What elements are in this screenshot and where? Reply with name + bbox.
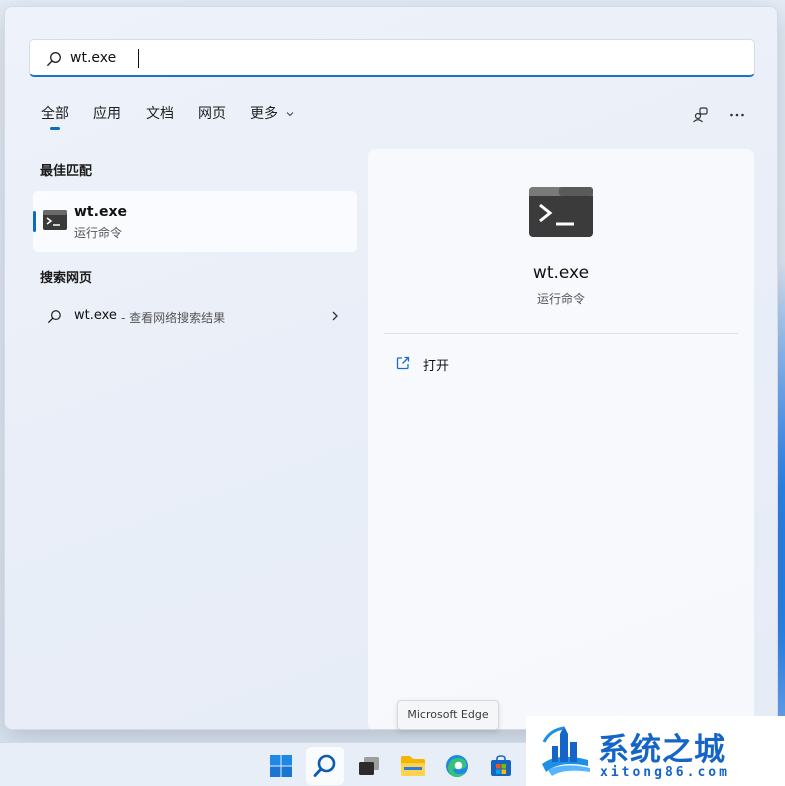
detail-pane: wt.exe 运行命令 打开 [368, 149, 754, 729]
detail-app-name: wt.exe [532, 263, 590, 283]
web-search-heading: 搜索网页 [40, 271, 93, 286]
best-match-heading: 最佳匹配 [40, 164, 93, 179]
edge-icon [446, 755, 468, 777]
search-icon [48, 310, 61, 323]
chevron-right-icon [332, 311, 338, 321]
search-input[interactable] [70, 46, 730, 70]
best-match-subtitle: 运行命令 [74, 226, 123, 240]
windows-start-icon [270, 755, 292, 777]
tab-web[interactable]: 网页 [198, 103, 226, 123]
search-box[interactable] [29, 39, 755, 77]
watermark-chinese: 系统之城 [598, 732, 726, 768]
terminal-icon [529, 187, 593, 237]
terminal-icon [43, 210, 67, 230]
store-icon [491, 755, 511, 776]
people-share-icon [693, 107, 708, 123]
web-search-result[interactable]: wt.exe - 查看网络搜索结果 [33, 299, 357, 333]
store-button[interactable] [482, 747, 520, 785]
selection-indicator [33, 211, 36, 232]
detail-app-type: 运行命令 [536, 292, 585, 306]
more-icon [730, 113, 744, 117]
tab-apps[interactable]: 应用 [93, 103, 121, 123]
best-match-result[interactable]: wt.exe 运行命令 [33, 191, 357, 252]
search-icon [313, 754, 336, 777]
task-view-icon [359, 757, 379, 775]
chevron-down-icon [287, 112, 294, 117]
tab-all-label: 全部 [41, 106, 69, 122]
search-panel: 全部 应用 文档 网页 更多 最佳匹配 [4, 6, 778, 730]
web-search-query: wt.exe [74, 308, 117, 323]
edge-browser-button[interactable] [438, 747, 476, 785]
more-options-button[interactable] [727, 105, 747, 125]
castle-logo-icon [542, 726, 590, 776]
tab-documents-label: 文档 [146, 106, 174, 122]
web-search-hint: - 查看网络搜索结果 [121, 311, 226, 325]
open-action-label: 打开 [423, 359, 450, 374]
watermark-domain: xitong86.com [600, 765, 730, 780]
open-external-icon [396, 356, 410, 370]
file-explorer-icon [401, 756, 425, 776]
search-icon [47, 52, 61, 66]
tab-apps-label: 应用 [93, 106, 121, 122]
taskbar-tooltip: Microsoft Edge [397, 700, 499, 730]
site-watermark: 系统之城 xitong86.com [526, 716, 785, 786]
detail-divider [384, 333, 738, 334]
tab-documents[interactable]: 文档 [146, 103, 174, 123]
tab-more-label: 更多 [250, 106, 278, 122]
task-view-button[interactable] [350, 747, 388, 785]
text-caret [138, 49, 139, 68]
share-button[interactable] [691, 105, 711, 125]
file-explorer-button[interactable] [394, 747, 432, 785]
start-button[interactable] [262, 747, 300, 785]
taskbar-search-button[interactable] [306, 747, 344, 785]
best-match-title: wt.exe [74, 204, 127, 220]
active-tab-indicator [50, 127, 60, 130]
tab-web-label: 网页 [198, 106, 226, 122]
tab-all[interactable]: 全部 [41, 103, 69, 130]
tab-more[interactable]: 更多 [250, 103, 295, 123]
